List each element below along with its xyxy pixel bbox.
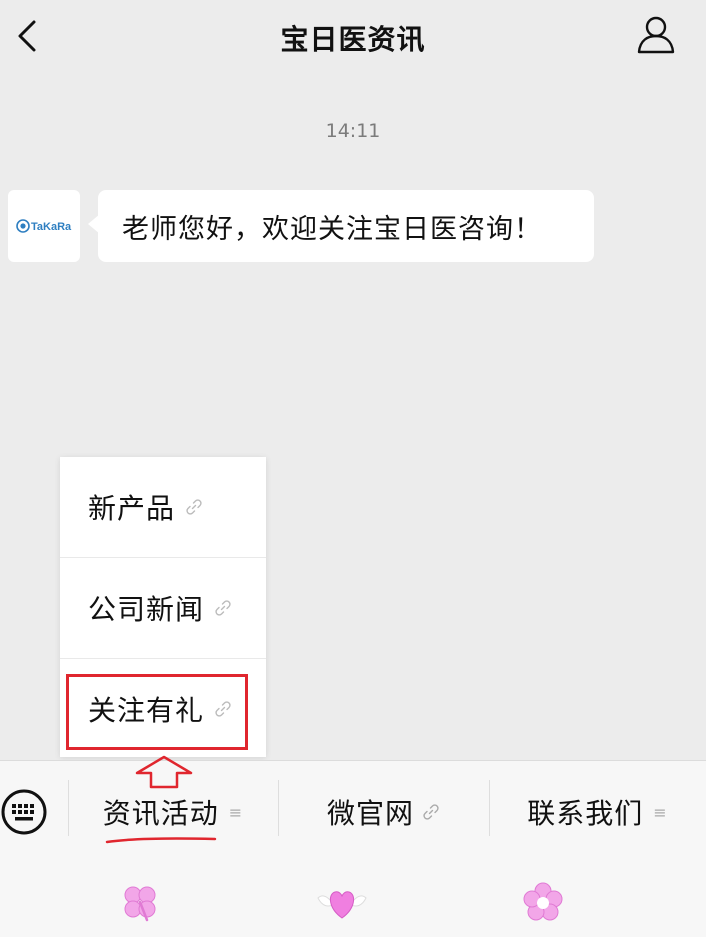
submenu-item-company-news[interactable]: 公司新闻 <box>60 558 266 658</box>
winged-heart-icon <box>317 891 367 919</box>
menu-item-label: 微官网 <box>326 797 414 830</box>
underline-annotation <box>105 837 217 844</box>
message-timestamp: 14:11 <box>325 120 381 142</box>
menu-item-label: 联系我们 <box>527 797 644 830</box>
menu-lines-icon: ≡ <box>228 802 244 822</box>
flower-icon <box>523 882 563 921</box>
menu-item-micro-website[interactable]: 微官网 <box>278 792 489 832</box>
menu-item-label: 资讯活动 <box>102 797 219 830</box>
takara-logo-icon: TaKaRa <box>16 219 72 233</box>
back-chevron-icon[interactable] <box>12 16 48 56</box>
avatar-brand-text: TaKaRa <box>31 221 72 233</box>
link-icon <box>423 804 439 820</box>
link-icon <box>186 499 202 515</box>
menu-lines-icon: ≡ <box>653 802 668 822</box>
clover-icon <box>124 886 156 922</box>
menu-item-contact-us[interactable]: 联系我们 ≡ <box>489 792 706 832</box>
submenu-item-label: 新产品 <box>88 492 176 525</box>
submenu-item-label: 公司新闻 <box>88 593 205 626</box>
menu-item-news-events[interactable]: 资讯活动 ≡ <box>68 792 278 832</box>
highlight-box-annotation <box>66 674 248 750</box>
top-bar: 宝日医资讯 <box>0 0 706 76</box>
keyboard-icon[interactable] <box>0 788 50 836</box>
link-icon <box>215 600 231 616</box>
user-icon[interactable] <box>636 14 676 56</box>
message-text: 老师您好，欢迎关注宝日医咨询！ <box>122 213 542 245</box>
page-title: 宝日医资讯 <box>280 23 426 56</box>
submenu-item-new-products[interactable]: 新产品 <box>60 457 266 557</box>
up-arrow-annotation-icon <box>135 755 193 789</box>
avatar[interactable]: TaKaRa <box>8 190 80 262</box>
message-bubble[interactable]: 老师您好，欢迎关注宝日医咨询！ <box>88 190 594 262</box>
